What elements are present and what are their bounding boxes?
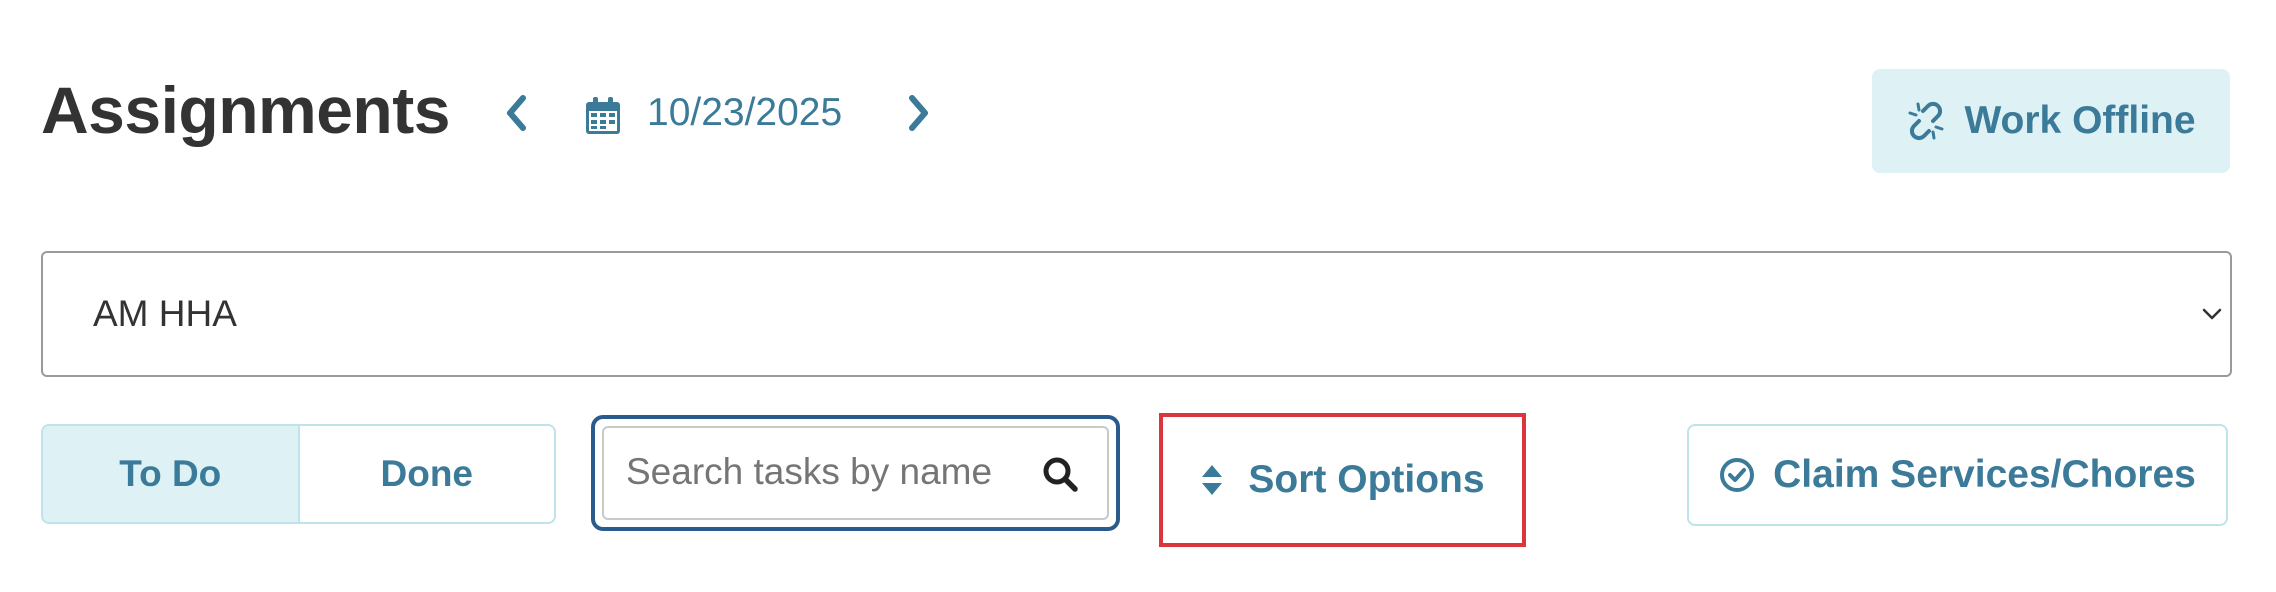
claim-services-label: Claim Services/Chores — [1773, 453, 2196, 496]
search-field-frame — [602, 426, 1109, 520]
check-circle-icon — [1720, 458, 1755, 492]
search-icon[interactable] — [1041, 455, 1079, 493]
next-date-button[interactable] — [902, 92, 936, 134]
sort-options-button[interactable]: Sort Options — [1159, 413, 1526, 547]
claim-services-button[interactable]: Claim Services/Chores — [1687, 424, 2228, 526]
current-date[interactable]: 10/23/2025 — [647, 88, 842, 138]
schedule-select-value: AM HHA — [93, 293, 237, 334]
chevron-down-icon — [2202, 308, 2222, 320]
previous-date-button[interactable] — [499, 92, 533, 134]
tab-to-do[interactable]: To Do — [43, 426, 300, 522]
search-input[interactable] — [624, 446, 1028, 498]
chevron-left-icon — [507, 95, 526, 131]
page-title: Assignments — [41, 73, 450, 147]
broken-link-icon — [1908, 101, 1944, 141]
tab-done[interactable]: Done — [300, 426, 555, 522]
sort-options-label: Sort Options — [1248, 458, 1485, 501]
chevron-right-icon — [909, 95, 928, 131]
work-offline-button[interactable]: Work Offline — [1872, 69, 2230, 173]
schedule-select[interactable]: AM HHA — [41, 251, 2232, 377]
status-toggle: To Do Done — [41, 424, 556, 524]
search-box — [591, 415, 1120, 531]
assignments-page: Assignments 10/23/2025 Work Offline AM H… — [0, 0, 2276, 592]
sort-icon — [1202, 465, 1223, 495]
work-offline-label: Work Offline — [1964, 99, 2196, 142]
calendar-icon — [586, 97, 620, 134]
